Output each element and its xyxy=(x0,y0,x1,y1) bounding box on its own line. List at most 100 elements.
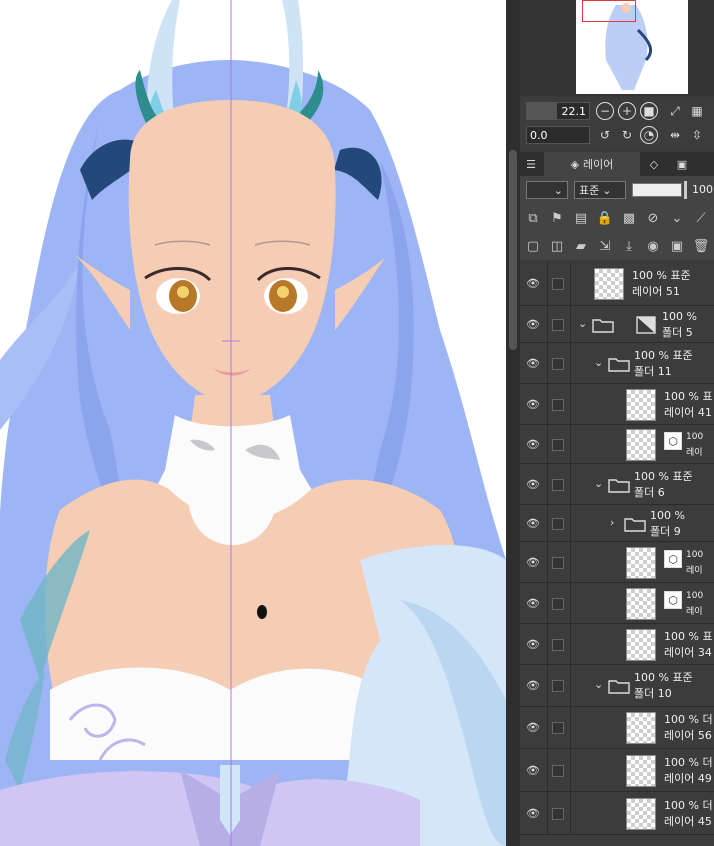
tab-layer-label: 레이어 xyxy=(583,158,614,171)
ruler-icon[interactable]: ⟋ xyxy=(692,209,710,227)
layer-opacity-mode: 100 % 더 xyxy=(664,799,713,812)
new-vector-layer-icon[interactable]: ◫ xyxy=(548,237,566,255)
layer-row[interactable]: 👁 ⌄ 100 % 폴더 5 xyxy=(520,306,714,343)
layer-lock-checkbox[interactable] xyxy=(552,278,564,290)
layer-row[interactable]: 👁 ⌄ 100 % 표준 폴더 11 xyxy=(520,343,714,384)
blend-mode-select[interactable]: 표준 ⌄ xyxy=(574,181,626,199)
layer-opacity-mode: 100 % 표준 xyxy=(634,349,693,362)
eye-icon[interactable]: 👁 xyxy=(526,517,542,530)
layer-row[interactable]: 👁 100 % 더 레이어 49 xyxy=(520,749,714,792)
layer-row[interactable]: 👁 ⬡ 100 레이 xyxy=(520,583,714,624)
scrollbar-thumb[interactable] xyxy=(509,150,517,350)
layer-row[interactable]: 👁 100 % 표 레이어 41 xyxy=(520,384,714,425)
layer-row[interactable]: 👁 100 % 표준 레이어 51 xyxy=(520,262,714,306)
new-folder-icon[interactable]: ▰ xyxy=(572,237,590,255)
layer-row[interactable]: 👁 100 % 더 레이어 56 xyxy=(520,707,714,749)
eye-icon[interactable]: 👁 xyxy=(526,556,542,569)
transfer-down-icon[interactable]: ⇲ xyxy=(596,237,614,255)
column-divider xyxy=(570,343,571,383)
zoom-slider[interactable]: 22.1 xyxy=(526,102,590,120)
layer-row[interactable]: 👁 100 % 더 레이어 45 xyxy=(520,792,714,835)
layer-lock-checkbox[interactable] xyxy=(552,639,564,651)
zoom-out-icon[interactable]: − xyxy=(596,102,614,120)
eye-icon[interactable]: 👁 xyxy=(526,438,542,451)
eye-icon[interactable]: 👁 xyxy=(526,277,542,290)
eye-icon[interactable]: 👁 xyxy=(526,764,542,777)
lock-transparency-icon[interactable]: ▩ xyxy=(620,209,638,227)
column-divider xyxy=(547,464,548,504)
panel-scrollbar[interactable] xyxy=(506,0,520,846)
opacity-handle[interactable] xyxy=(684,181,687,199)
eye-icon[interactable]: 👁 xyxy=(526,597,542,610)
layer-row[interactable]: 👁 › 100 % 폴더 9 xyxy=(520,505,714,542)
layer-property-tab-icon[interactable]: ◇ xyxy=(642,152,666,176)
panel-menu-icon[interactable]: ☰ xyxy=(520,152,542,176)
layer-lock-checkbox[interactable] xyxy=(552,399,564,411)
eye-icon[interactable]: 👁 xyxy=(526,679,542,692)
stop-icon[interactable]: ■ xyxy=(640,102,658,120)
layer-lock-checkbox[interactable] xyxy=(552,358,564,370)
flip-horizontal-icon[interactable]: ⇹ xyxy=(666,126,684,144)
animation-tab-icon[interactable]: ▣ xyxy=(670,152,694,176)
navigator-preview[interactable] xyxy=(520,0,714,96)
layer-lock-checkbox[interactable] xyxy=(552,319,564,331)
rotate-left-icon[interactable]: ↺ xyxy=(596,126,614,144)
layer-lock-checkbox[interactable] xyxy=(552,518,564,530)
apply-mask-icon[interactable]: ▣ xyxy=(668,237,686,255)
column-divider xyxy=(570,464,571,504)
rotate-right-icon[interactable]: ↻ xyxy=(618,126,636,144)
combine-down-icon[interactable]: ⤓ xyxy=(620,237,638,255)
actual-size-icon[interactable]: ▦ xyxy=(688,102,706,120)
draft-layer-icon[interactable]: ▤ xyxy=(572,209,590,227)
layer-row[interactable]: 👁 ⌄ 100 % 표준 폴더 6 xyxy=(520,464,714,505)
reference-layer-icon[interactable]: ⚑ xyxy=(548,209,566,227)
eye-icon[interactable]: 👁 xyxy=(526,398,542,411)
rotation-slider[interactable]: 0.0 xyxy=(526,126,590,144)
layer-name: 레이 xyxy=(686,448,703,458)
layer-lock-checkbox[interactable] xyxy=(552,680,564,692)
opacity-slider[interactable] xyxy=(632,183,682,197)
delete-layer-icon[interactable]: 🗑 xyxy=(692,237,710,255)
fit-window-icon[interactable]: ⤢ xyxy=(666,102,684,120)
reset-rotation-icon[interactable]: ◔ xyxy=(640,126,658,144)
new-mask-icon[interactable]: ◉ xyxy=(644,237,662,255)
folder-icon xyxy=(608,678,630,694)
layer-row[interactable]: 👁 100 % 표 레이어 34 xyxy=(520,624,714,665)
chevron-down-icon[interactable]: ⌄ xyxy=(594,678,603,691)
eye-icon[interactable]: 👁 xyxy=(526,318,542,331)
layer-lock-checkbox[interactable] xyxy=(552,557,564,569)
chevron-down-icon[interactable]: ⌄ xyxy=(578,317,587,330)
panel-tabbar: ☰ ◈ 레이어 ◇ ▣ xyxy=(520,152,714,176)
flip-vertical-icon[interactable]: ⇳ xyxy=(688,126,706,144)
clip-layer-icon[interactable]: ⧉ xyxy=(524,209,542,227)
eye-icon[interactable]: 👁 xyxy=(526,721,542,734)
lock-icon[interactable]: 🔒 xyxy=(596,209,614,227)
layer-lock-checkbox[interactable] xyxy=(552,722,564,734)
layer-lock-checkbox[interactable] xyxy=(552,808,564,820)
chevron-right-icon[interactable]: › xyxy=(610,516,614,529)
navigator-tools: 22.1 − + ■ ⤢ ▦ 0.0 ↺ ↻ ◔ ⇹ ⇳ xyxy=(520,98,714,148)
layer-row[interactable]: 👁 ⌄ 100 % 표준 폴더 10 xyxy=(520,665,714,707)
chevron-down-icon[interactable]: ⌄ xyxy=(668,209,686,227)
eye-icon[interactable]: 👁 xyxy=(526,357,542,370)
eye-icon[interactable]: 👁 xyxy=(526,478,542,491)
zoom-in-icon[interactable]: + xyxy=(618,102,636,120)
new-raster-layer-icon[interactable]: ▢ xyxy=(524,237,542,255)
tab-layer[interactable]: ◈ 레이어 xyxy=(544,152,640,176)
drawing-canvas[interactable] xyxy=(0,0,506,846)
eye-icon[interactable]: 👁 xyxy=(526,807,542,820)
color-mode-select[interactable]: ⌄ xyxy=(526,181,568,199)
layer-name: 레이어 41 xyxy=(664,406,712,419)
eye-icon[interactable]: 👁 xyxy=(526,638,542,651)
chevron-down-icon[interactable]: ⌄ xyxy=(594,477,603,490)
layer-lock-checkbox[interactable] xyxy=(552,439,564,451)
mask-icon[interactable]: ⊘ xyxy=(644,209,662,227)
layer-row[interactable]: 👁 ⬡ 100 레이 xyxy=(520,542,714,583)
layer-lock-checkbox[interactable] xyxy=(552,479,564,491)
navigator-view-rect[interactable] xyxy=(582,0,636,22)
folder-mask-icon xyxy=(636,316,658,334)
layer-lock-checkbox[interactable] xyxy=(552,598,564,610)
layer-lock-checkbox[interactable] xyxy=(552,765,564,777)
layer-row[interactable]: 👁 ⬡ 100 레이 xyxy=(520,425,714,464)
chevron-down-icon[interactable]: ⌄ xyxy=(594,356,603,369)
